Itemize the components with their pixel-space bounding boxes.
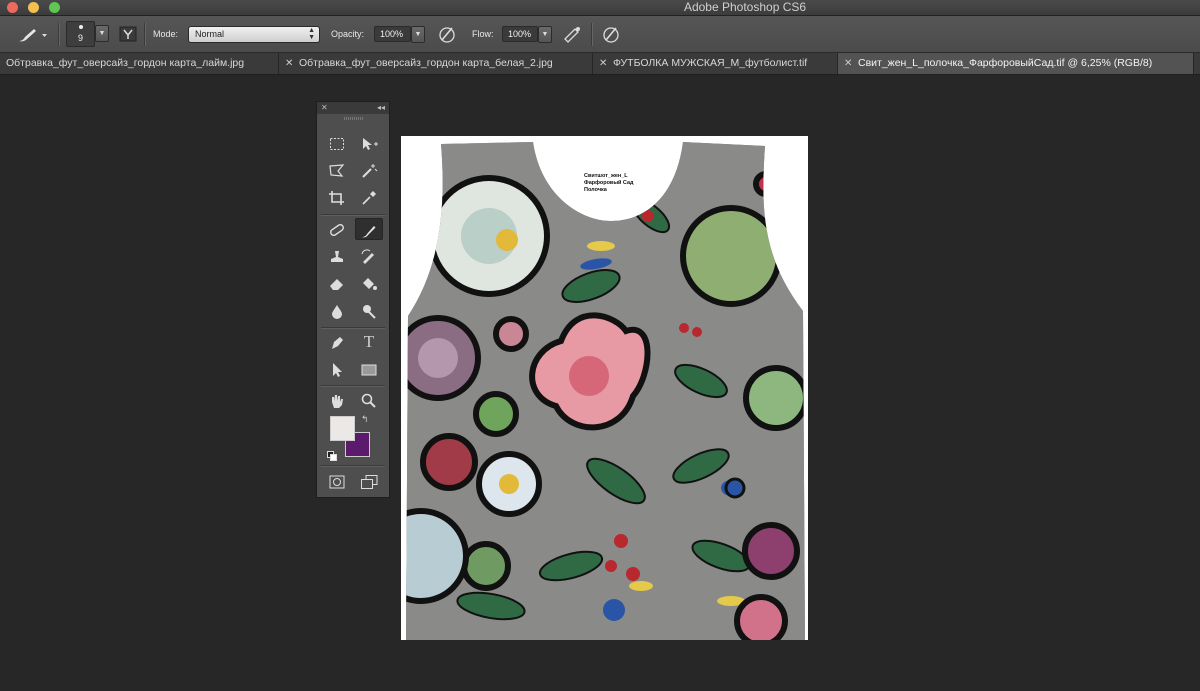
hand-icon[interactable] bbox=[323, 389, 351, 411]
close-panel-icon[interactable]: ✕ bbox=[321, 102, 328, 114]
pressure-opacity-icon bbox=[439, 27, 455, 43]
airbrush-icon bbox=[564, 27, 580, 43]
brush-panel-toggle[interactable] bbox=[118, 25, 138, 43]
close-tab-icon[interactable]: ✕ bbox=[599, 53, 609, 74]
tools-panel-header[interactable]: ✕ ◂◂ bbox=[317, 102, 389, 114]
tab-label: Обтравка_фут_оверсайз_гордон карта_белая… bbox=[299, 57, 553, 69]
brush-size-picker[interactable]: 9 bbox=[66, 21, 95, 47]
tool-divider bbox=[321, 327, 385, 329]
tab-label: Свит_жен_L_полочка_ФарфоровыйСад.tif @ 6… bbox=[858, 57, 1153, 69]
close-tab-icon[interactable]: ✕ bbox=[844, 53, 854, 74]
tool-divider bbox=[321, 214, 385, 216]
brush-size-dropdown[interactable]: ▼ bbox=[95, 25, 109, 42]
tab-document-4[interactable]: ✕ Свит_жен_L_полочка_ФарфоровыйСад.tif @ … bbox=[838, 53, 1194, 74]
brush-preset-icon bbox=[19, 29, 47, 42]
separator bbox=[144, 23, 146, 46]
tab-document-3[interactable]: ✕ ФУТБОЛКА МУЖСКАЯ_М_футболист.tif bbox=[593, 53, 838, 74]
mode-select[interactable]: Normal ▲ ▼ bbox=[188, 26, 320, 43]
eraser-icon[interactable] bbox=[323, 272, 351, 294]
sweatshirt-artwork bbox=[406, 142, 805, 640]
mode-value: Normal bbox=[195, 29, 225, 39]
opacity-slider-button[interactable]: ▼ bbox=[411, 26, 425, 43]
swap-colors-icon[interactable]: ↰ bbox=[361, 414, 369, 425]
rectangular-marquee-icon[interactable] bbox=[323, 132, 351, 154]
eyedropper-icon[interactable] bbox=[355, 186, 383, 208]
healing-brush-icon[interactable] bbox=[323, 218, 351, 240]
document-tabs: Обтравка_фут_оверсайз_гордон карта_лайм.… bbox=[0, 53, 1200, 75]
dodge-icon[interactable] bbox=[355, 299, 383, 321]
tab-document-1[interactable]: Обтравка_фут_оверсайз_гордон карта_лайм.… bbox=[0, 53, 279, 74]
zoom-icon[interactable] bbox=[355, 389, 383, 411]
document-label: Свитшот_жен_L Фарфоровый Сад Полочка bbox=[584, 173, 634, 194]
brush-tip-preview bbox=[79, 25, 83, 29]
tool-divider bbox=[321, 465, 385, 467]
crop-icon[interactable] bbox=[323, 186, 351, 208]
flow-slider-button[interactable]: ▼ bbox=[538, 26, 552, 43]
pressure-opacity-button[interactable] bbox=[436, 24, 458, 44]
move-icon[interactable] bbox=[355, 132, 383, 154]
clone-stamp-icon[interactable] bbox=[323, 245, 351, 267]
quick-mask-icon[interactable] bbox=[323, 470, 351, 492]
opacity-input[interactable]: 100% bbox=[374, 26, 411, 42]
flow-label: Flow: bbox=[472, 29, 494, 39]
pressure-size-icon bbox=[603, 27, 619, 43]
brush-size-value: 9 bbox=[77, 33, 83, 43]
opacity-label: Opacity: bbox=[331, 29, 365, 39]
collapse-panel-icon[interactable]: ◂◂ bbox=[377, 102, 385, 114]
paint-bucket-icon[interactable] bbox=[355, 272, 383, 294]
blur-icon[interactable] bbox=[323, 299, 351, 321]
type-icon[interactable]: T bbox=[355, 331, 383, 353]
title-bar: Adobe Photoshop CS6 bbox=[0, 0, 1200, 16]
pen-icon[interactable] bbox=[323, 331, 351, 353]
tool-preset-picker[interactable] bbox=[16, 25, 48, 45]
magic-wand-icon[interactable] bbox=[355, 159, 383, 181]
app-title: Adobe Photoshop CS6 bbox=[683, 0, 807, 14]
flow-input[interactable]: 100% bbox=[502, 26, 538, 42]
label-line: Полочка bbox=[584, 187, 607, 193]
tool-divider bbox=[321, 385, 385, 387]
history-brush-icon[interactable] bbox=[355, 245, 383, 267]
panel-grip[interactable] bbox=[344, 117, 364, 120]
separator bbox=[591, 23, 593, 46]
tab-label: Обтравка_фут_оверсайз_гордон карта_лайм.… bbox=[6, 57, 245, 69]
polygonal-lasso-icon[interactable] bbox=[323, 159, 351, 181]
pressure-size-button[interactable] bbox=[600, 24, 622, 44]
options-bar: 9 ▼ Mode: Normal ▲ ▼ Opacity: 100% ▼ Flow… bbox=[0, 16, 1200, 53]
brush-icon[interactable] bbox=[355, 218, 383, 240]
default-colors-icon[interactable] bbox=[327, 448, 337, 461]
foreground-color-swatch[interactable] bbox=[330, 416, 355, 441]
path-selection-icon[interactable] bbox=[323, 358, 351, 380]
tab-document-2[interactable]: ✕ Обтравка_фут_оверсайз_гордон карта_бела… bbox=[279, 53, 593, 74]
label-line: Свитшот_жен_L bbox=[584, 173, 628, 179]
rectangle-shape-icon[interactable] bbox=[355, 358, 383, 380]
select-arrows-icon: ▲ ▼ bbox=[308, 27, 315, 41]
screen-mode-icon[interactable] bbox=[355, 470, 383, 492]
document-canvas[interactable]: Свитшот_жен_L Фарфоровый Сад Полочка bbox=[401, 136, 808, 640]
brush-panel-icon bbox=[119, 26, 137, 42]
tab-label: ФУТБОЛКА МУЖСКАЯ_М_футболист.tif bbox=[613, 57, 808, 69]
label-line: Фарфоровый Сад bbox=[584, 180, 634, 186]
tools-panel: ✕ ◂◂ T ↰ bbox=[316, 101, 390, 498]
mode-label: Mode: bbox=[153, 29, 179, 39]
separator bbox=[58, 23, 60, 46]
close-tab-icon[interactable]: ✕ bbox=[285, 53, 295, 74]
airbrush-button[interactable] bbox=[561, 24, 583, 44]
